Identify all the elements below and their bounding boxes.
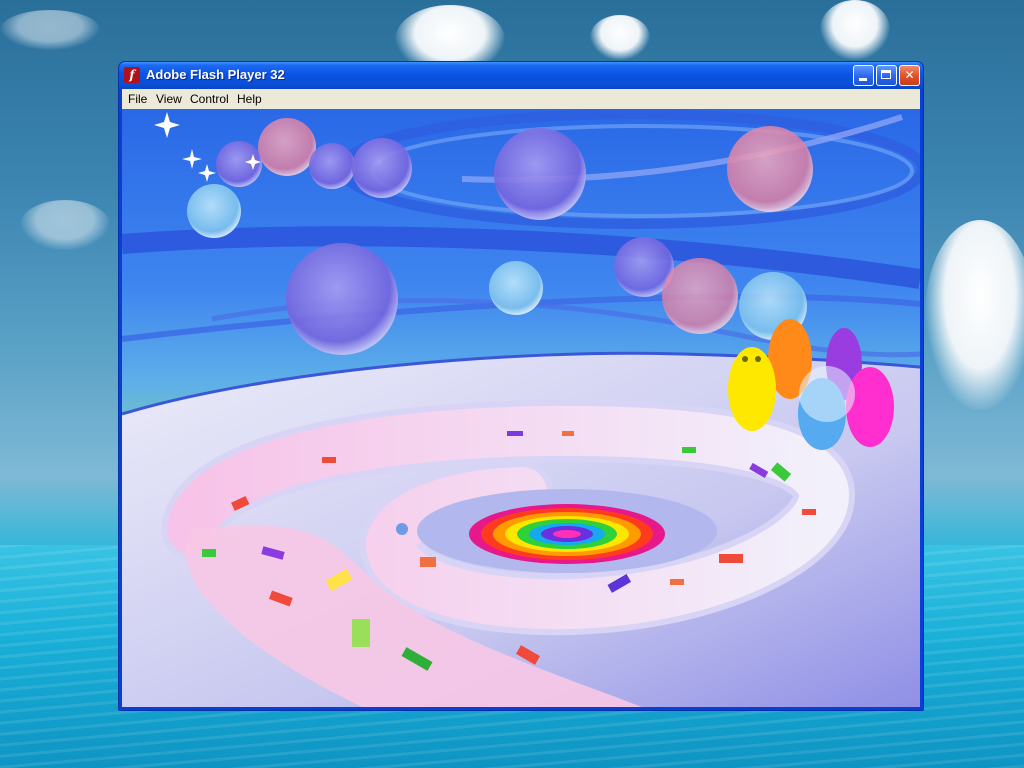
menu-file[interactable]: File [128,92,147,106]
minimize-button[interactable] [853,65,874,86]
bubble [352,138,412,198]
title-bar[interactable]: f Adobe Flash Player 32 ✕ [119,62,923,89]
maximize-button[interactable] [876,65,897,86]
cloud [590,15,650,60]
menu-control[interactable]: Control [190,92,229,106]
cloud [925,220,1024,410]
close-button[interactable]: ✕ [899,65,920,86]
bubble [216,141,262,187]
close-icon: ✕ [904,68,915,82]
flash-player-icon[interactable]: f [124,67,140,83]
rainbow-vortex [469,504,665,564]
bubble [494,128,586,220]
cloud [820,0,890,60]
window-title: Adobe Flash Player 32 [146,67,285,82]
bubble [286,243,398,355]
bubble [489,261,543,315]
desktop: f Adobe Flash Player 32 ✕ File View Cont… [0,0,1024,768]
minimize-icon [859,78,867,81]
flash-player-window[interactable]: f Adobe Flash Player 32 ✕ File View Cont… [118,61,924,711]
flash-stage[interactable] [122,109,920,707]
menu-help[interactable]: Help [237,92,262,106]
bubble [727,126,813,212]
bubble [662,258,738,334]
animation-canvas[interactable] [122,109,920,707]
menu-view[interactable]: View [156,92,182,106]
bubble [187,184,241,238]
menu-bar: File View Control Help [122,89,920,109]
cloud [20,200,110,250]
cloud [0,10,100,50]
maximize-icon [881,70,891,79]
bubble [309,143,355,189]
bubble [258,118,316,176]
